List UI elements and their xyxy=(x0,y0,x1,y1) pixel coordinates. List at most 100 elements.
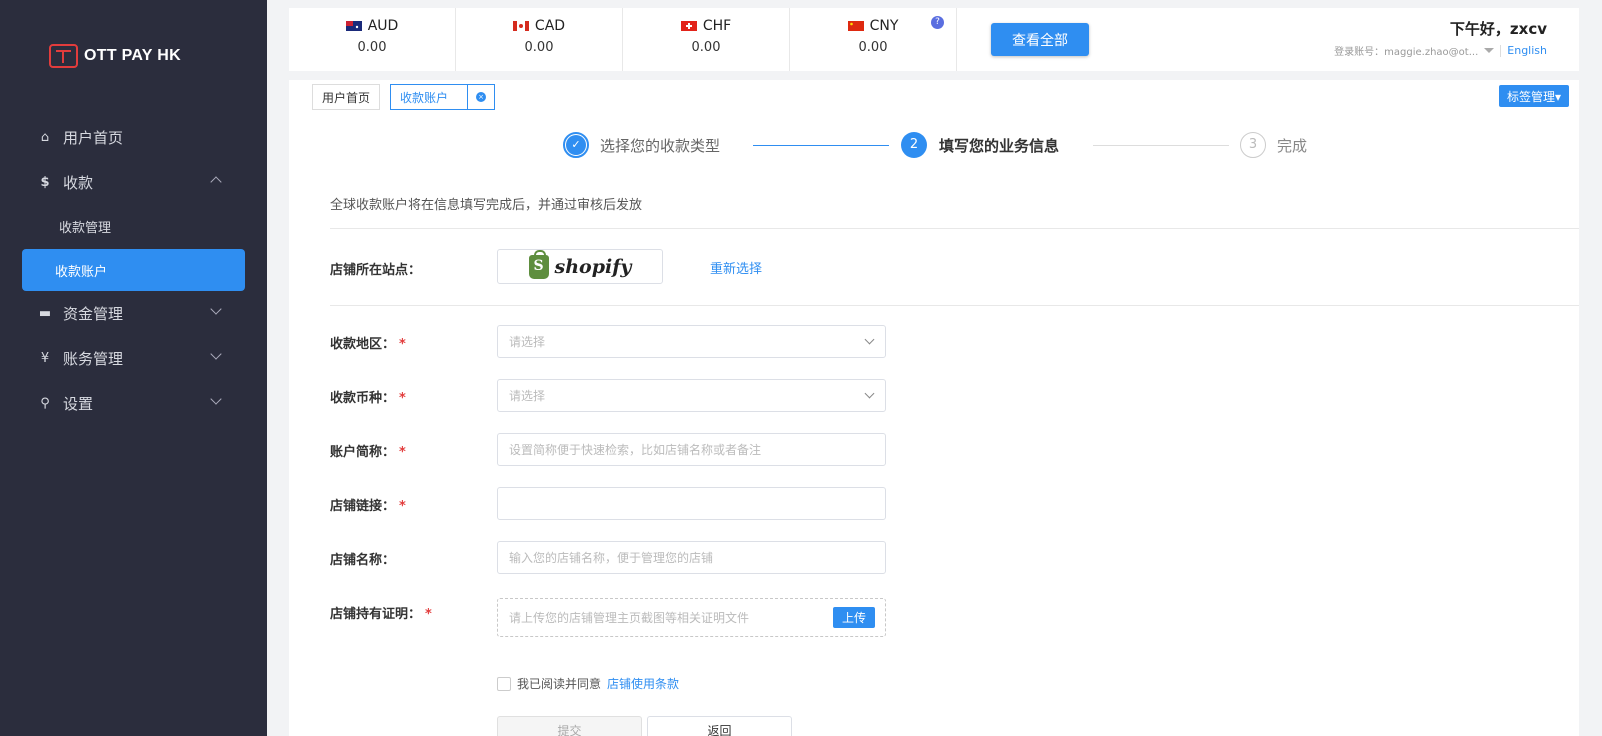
select-placeholder: 请选择 xyxy=(509,389,546,403)
chevron-down-icon xyxy=(864,334,875,345)
shopify-bag-icon xyxy=(528,249,549,279)
chevron-down-icon xyxy=(864,388,875,399)
view-all-button[interactable]: 查看全部 xyxy=(991,23,1089,56)
currency-code: CHF xyxy=(702,18,732,34)
dollar-icon: $ xyxy=(40,175,50,190)
proof-upload-field[interactable]: 请上传您的店铺管理主页截图等相关证明文件 上传 xyxy=(497,598,886,637)
currency-code: CAD xyxy=(534,18,566,34)
currency-code: CNY xyxy=(869,18,899,34)
required-mark: * xyxy=(399,391,406,406)
yen-icon: ¥ xyxy=(40,351,50,366)
terms-checkbox[interactable] xyxy=(497,676,511,691)
site-label: 店铺所在站点： xyxy=(330,263,422,278)
region-label: 收款地区： * xyxy=(330,337,406,352)
chevron-down-icon xyxy=(210,393,222,405)
terms-link[interactable]: 店铺使用条款 xyxy=(607,675,679,692)
language-switch[interactable]: English xyxy=(1507,44,1547,57)
sidebar-item-label: 收款 xyxy=(63,174,94,192)
sidebar-item-label: 资金管理 xyxy=(63,305,124,323)
required-mark: * xyxy=(399,337,406,352)
currency-balance: 0.00 xyxy=(357,40,387,55)
currency-select[interactable]: 请选择 xyxy=(497,379,886,412)
logo-mark-icon xyxy=(49,44,78,68)
region-select[interactable]: 请选择 xyxy=(497,325,886,358)
store-name-input[interactable] xyxy=(497,541,886,574)
divider xyxy=(330,305,1579,306)
currency-code: AUD xyxy=(367,18,399,34)
sidebar-item-funds[interactable]: ▬ 资金管理 xyxy=(0,291,267,336)
stepper: ✓ 选择您的收款类型 2 填写您的业务信息 3 完成 xyxy=(289,132,1579,158)
step-label: 完成 xyxy=(1277,137,1308,155)
card-icon: ▬ xyxy=(38,306,52,321)
step-connector xyxy=(1093,145,1229,146)
sidebar-subitem-receive-account[interactable]: 收款账户 xyxy=(22,249,245,291)
step-done-icon: ✓ xyxy=(563,132,589,158)
divider xyxy=(1500,44,1502,57)
chevron-down-icon xyxy=(210,303,222,315)
select-placeholder: 请选择 xyxy=(509,335,546,349)
step-pending-icon: 3 xyxy=(1240,132,1266,158)
required-mark: * xyxy=(399,499,406,514)
divider xyxy=(330,228,1579,229)
greeting: 下午好，zxcv xyxy=(1449,20,1547,38)
sidebar-item-home[interactable]: ⌂ 用户首页 xyxy=(0,115,267,160)
link-label: 店铺链接： * xyxy=(330,499,406,514)
store-link-input[interactable] xyxy=(497,487,886,520)
chevron-down-icon xyxy=(210,348,222,360)
tab-label: 用户首页 xyxy=(322,90,371,105)
store-name-label: 店铺名称： xyxy=(330,553,396,568)
reselect-link[interactable]: 重新选择 xyxy=(710,258,762,277)
cn-flag-icon xyxy=(847,21,864,31)
alias-input[interactable] xyxy=(497,433,886,466)
required-mark: * xyxy=(399,445,406,460)
sidebar-nav: ⌂ 用户首页 $ 收款 收款管理 收款账户 ▬ 资金管理 ¥ 账务管理 ⚲ 设置 xyxy=(0,115,267,426)
step-label: 选择您的收款类型 xyxy=(600,137,721,155)
currency-chf: CHF 0.00 xyxy=(623,8,790,71)
sidebar-item-label: 账务管理 xyxy=(63,350,124,368)
ch-flag-icon xyxy=(680,21,697,31)
terms-agreement: 我已阅读并同意 店铺使用条款 xyxy=(497,675,679,692)
account-label: 登录账号：maggie.zhao@ot... xyxy=(1334,47,1479,58)
chevron-up-icon xyxy=(210,176,222,188)
sidebar-item-label: 设置 xyxy=(63,395,94,413)
alias-label: 账户简称： * xyxy=(330,445,406,460)
help-icon[interactable]: ? xyxy=(931,16,944,29)
logo[interactable]: OTT PAY HK xyxy=(49,44,181,68)
home-icon: ⌂ xyxy=(40,130,50,145)
agree-text: 我已阅读并同意 xyxy=(517,677,602,691)
tab-label: 收款账户 xyxy=(400,90,449,105)
tag-management-button[interactable]: 标签管理▾ xyxy=(1498,85,1569,107)
sidebar-subitem-label: 收款管理 xyxy=(59,220,112,236)
sidebar-subitem-receive-mgmt[interactable]: 收款管理 xyxy=(0,205,267,247)
sidebar-item-accounting[interactable]: ¥ 账务管理 xyxy=(0,336,267,381)
back-button[interactable]: 返回 xyxy=(647,716,792,736)
form-notice: 全球收款账户将在信息填写完成后，并通过审核后发放 xyxy=(330,198,643,213)
tab-home[interactable]: 用户首页 xyxy=(312,84,381,110)
upload-button[interactable]: 上传 xyxy=(832,607,875,628)
currency-label: 收款币种： * xyxy=(330,391,406,406)
sidebar-subitem-label: 收款账户 xyxy=(55,264,108,280)
caret-down-icon[interactable] xyxy=(1484,48,1495,53)
currency-balance: 0.00 xyxy=(858,40,888,55)
sidebar: OTT PAY HK ⌂ 用户首页 $ 收款 收款管理 收款账户 ▬ 资金管理 … xyxy=(0,0,267,736)
sidebar-item-receive[interactable]: $ 收款 xyxy=(0,160,267,205)
tab-receive-account[interactable]: 收款账户 × xyxy=(390,84,496,110)
sidebar-item-label: 用户首页 xyxy=(63,129,124,147)
main-content: ✓ 选择您的收款类型 2 填写您的业务信息 3 完成 全球收款账户将在信息填写完… xyxy=(289,115,1579,736)
page-tabs: 用户首页 收款账户 × 标签管理▾ xyxy=(289,80,1579,115)
currency-aud: AUD 0.00 xyxy=(289,8,456,71)
submit-button[interactable]: 提交 xyxy=(497,716,642,736)
upload-placeholder: 请上传您的店铺管理主页截图等相关证明文件 xyxy=(509,611,750,625)
step-connector xyxy=(753,145,889,146)
currency-bar: AUD 0.00 CAD 0.00 CHF 0.00 CNY 0.00 ? 查看… xyxy=(289,8,1579,71)
tab-close-button[interactable]: × xyxy=(467,84,494,110)
platform-name: shopify xyxy=(554,255,632,278)
currency-balance: 0.00 xyxy=(524,40,554,55)
step-label: 填写您的业务信息 xyxy=(939,137,1060,155)
close-icon: × xyxy=(476,92,487,102)
sidebar-item-settings[interactable]: ⚲ 设置 xyxy=(0,381,267,426)
required-mark: * xyxy=(425,607,432,622)
proof-label: 店铺持有证明： * xyxy=(330,607,432,622)
logo-text: OTT PAY HK xyxy=(84,47,181,64)
step-current-icon: 2 xyxy=(901,132,927,158)
